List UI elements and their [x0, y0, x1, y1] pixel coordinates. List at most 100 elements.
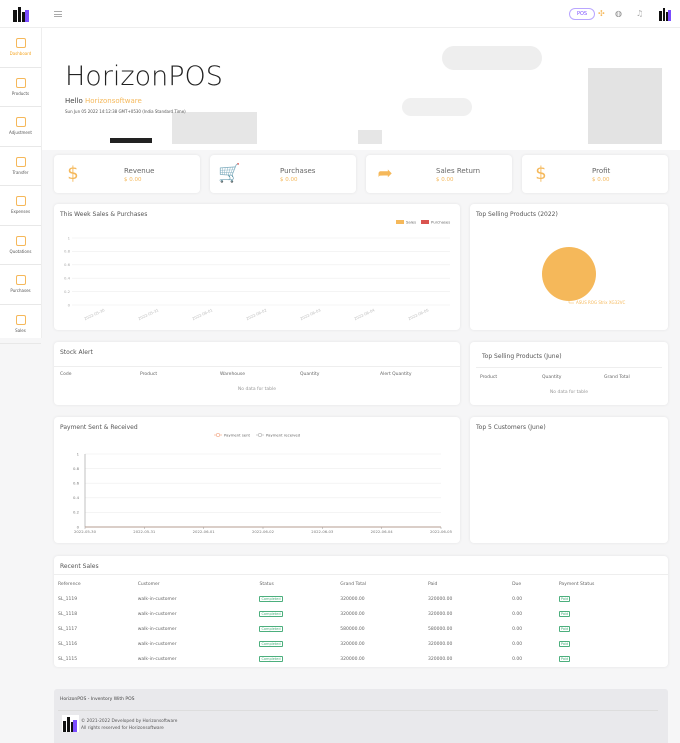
table-row[interactable]: SL_1118 walk-in-customer Completed 320000.0… — [54, 607, 668, 622]
building-illustration — [358, 130, 382, 144]
empty-table-message: No data for table — [237, 387, 277, 392]
purchases-icon — [15, 275, 26, 286]
bell-icon[interactable]: ♫ — [636, 9, 643, 18]
stat-label: Revenue — [124, 167, 155, 175]
legend-label[interactable]: Payment sent — [224, 432, 251, 437]
x-tick-label: 2022-05-31 — [137, 307, 160, 321]
column-header: Quantity — [542, 375, 562, 380]
status-badge: Completed — [259, 656, 283, 662]
stat-card-profit: $ Profit $ 0.00 — [522, 155, 668, 193]
sidebar-item-adjustment[interactable]: Adjustment — [0, 107, 41, 147]
status-badge: Completed — [259, 611, 283, 617]
card-title: Top Selling Products (June) — [482, 353, 562, 360]
x-tick-label: 2022-06-02 — [245, 307, 268, 321]
y-tick-label: 0.4 — [73, 495, 80, 500]
revenue-icon: $ — [67, 163, 79, 184]
x-tick-label: 2022-05-30 — [83, 307, 106, 321]
status-badge: Completed — [259, 641, 283, 647]
pie-slice[interactable] — [542, 247, 596, 301]
sidebar-item-expenses[interactable]: Expenses — [0, 186, 41, 226]
sidebar-item-label: Dashboard — [9, 51, 32, 57]
column-header: Grand Total — [340, 582, 367, 587]
column-header: Paid — [428, 582, 438, 587]
sidebar: Dashboard Products Adjustment Transfer Expen… — [0, 28, 42, 344]
cloud-illustration — [402, 98, 472, 116]
sales-icon — [15, 314, 26, 325]
table-cell: walk-in-customer — [137, 642, 177, 647]
pos-button[interactable]: POS — [569, 8, 595, 20]
legend-marker[interactable] — [215, 432, 221, 438]
user-name: Horizonsoftware — [84, 97, 142, 105]
table-cell: 0.00 — [512, 612, 523, 617]
bench-illustration — [110, 138, 152, 143]
pie-label-line — [568, 301, 574, 304]
top-selling-year-card: Top Selling Products (2022) ASUS ROG Str… — [470, 204, 668, 330]
legend-swatch[interactable] — [396, 220, 404, 224]
legend-label[interactable]: Purchases — [431, 220, 450, 225]
table-cell: 320000.00 — [428, 612, 453, 617]
sidebar-item-transfer[interactable]: Transfer — [0, 147, 41, 186]
y-tick-label: 0.8 — [64, 249, 71, 254]
avatar[interactable] — [658, 7, 672, 21]
sidebar-item-dashboard[interactable]: Dashboard — [0, 28, 41, 68]
expenses-icon — [15, 196, 26, 207]
sidebar-item-products[interactable]: Products — [0, 68, 41, 107]
column-header: Reference — [58, 582, 81, 587]
footer-logo — [62, 715, 79, 732]
top-customers-card: Top 5 Customers (June) — [470, 417, 668, 543]
payment-line-chart: Payment sent Payment received00.20.40.60.… — [73, 432, 453, 534]
payment-card: Payment Sent & Received Payment sent Paym… — [54, 417, 460, 543]
table-cell: 0.00 — [512, 627, 523, 632]
card-title: Recent Sales — [60, 563, 99, 570]
table-cell: SL_1115 — [58, 657, 78, 662]
fullscreen-icon[interactable]: ✣ — [598, 9, 605, 18]
quotations-icon — [15, 235, 26, 246]
table-cell: 320000.00 — [428, 642, 453, 647]
payment-status-badge: Paid — [558, 641, 571, 647]
legend-label[interactable]: Payment received — [266, 432, 301, 437]
sidebar-item-label: Purchases — [10, 288, 31, 294]
sidebar-item-purchases[interactable]: Purchases — [0, 265, 41, 305]
legend-marker[interactable] — [257, 432, 263, 438]
x-tick-label: 2022-06-01 — [193, 529, 216, 534]
column-header: Warehouse — [220, 372, 246, 377]
column-header: Grand Total — [604, 375, 630, 380]
adjustment-icon — [15, 117, 26, 128]
stat-label: Purchases — [280, 167, 316, 175]
y-tick-label: 0.2 — [73, 510, 80, 515]
payment-status-badge: Paid — [558, 596, 571, 602]
table-row[interactable]: SL_1119 walk-in-customer Completed 320000.0… — [54, 592, 668, 607]
products-icon — [15, 77, 26, 88]
legend-label[interactable]: Sales — [406, 220, 416, 225]
stat-label: Profit — [592, 167, 611, 175]
current-datetime: Sun Jun 05 2022 14:12:38 GMT+0530 (India… — [65, 109, 186, 114]
sidebar-item-sales[interactable]: Sales — [0, 305, 41, 344]
footer: HorizonPOS - Inventory With POS © 2021-2… — [54, 689, 668, 743]
table-row[interactable]: SL_1117 walk-in-customer Completed 580000.0… — [54, 622, 668, 637]
stat-value: $ 0.00 — [280, 177, 298, 183]
table-cell: 320000.00 — [340, 597, 365, 602]
hero-banner: HorizonPOS Hello Horizonsoftware Sun Jun… — [42, 28, 680, 150]
stat-value: $ 0.00 — [592, 177, 610, 183]
stat-value: $ 0.00 — [124, 177, 142, 183]
sidebar-item-quotations[interactable]: Quotations — [0, 226, 41, 265]
y-tick-label: 0.6 — [64, 262, 71, 267]
sidebar-item-label: Products — [11, 90, 30, 96]
legend-swatch[interactable] — [421, 220, 429, 224]
table-row[interactable]: SL_1115 walk-in-customer Completed 320000.0… — [54, 652, 668, 667]
column-header: Product — [140, 372, 158, 377]
pie-label: ASUS ROG Strix XG32VC — [576, 300, 625, 305]
table-row[interactable]: SL_1116 walk-in-customer Completed 320000.0… — [54, 637, 668, 652]
table-cell: 320000.00 — [340, 657, 365, 662]
footer-copyright: © 2021-2022 Developed by Horizonsoftware — [81, 719, 178, 724]
building-illustration — [172, 112, 257, 144]
app-logo[interactable] — [12, 6, 30, 22]
table-cell: 0.00 — [512, 657, 523, 662]
table-cell: 580000.00 — [340, 627, 365, 632]
payment-status-badge: Paid — [558, 656, 571, 662]
menu-icon[interactable] — [54, 11, 62, 17]
stat-card-purchases: 🛒 Purchases $ 0.00 — [210, 155, 356, 193]
globe-icon[interactable]: ◍ — [615, 9, 622, 18]
profit-icon: $ — [535, 163, 547, 184]
x-tick-label: 2022-06-01 — [191, 307, 214, 321]
